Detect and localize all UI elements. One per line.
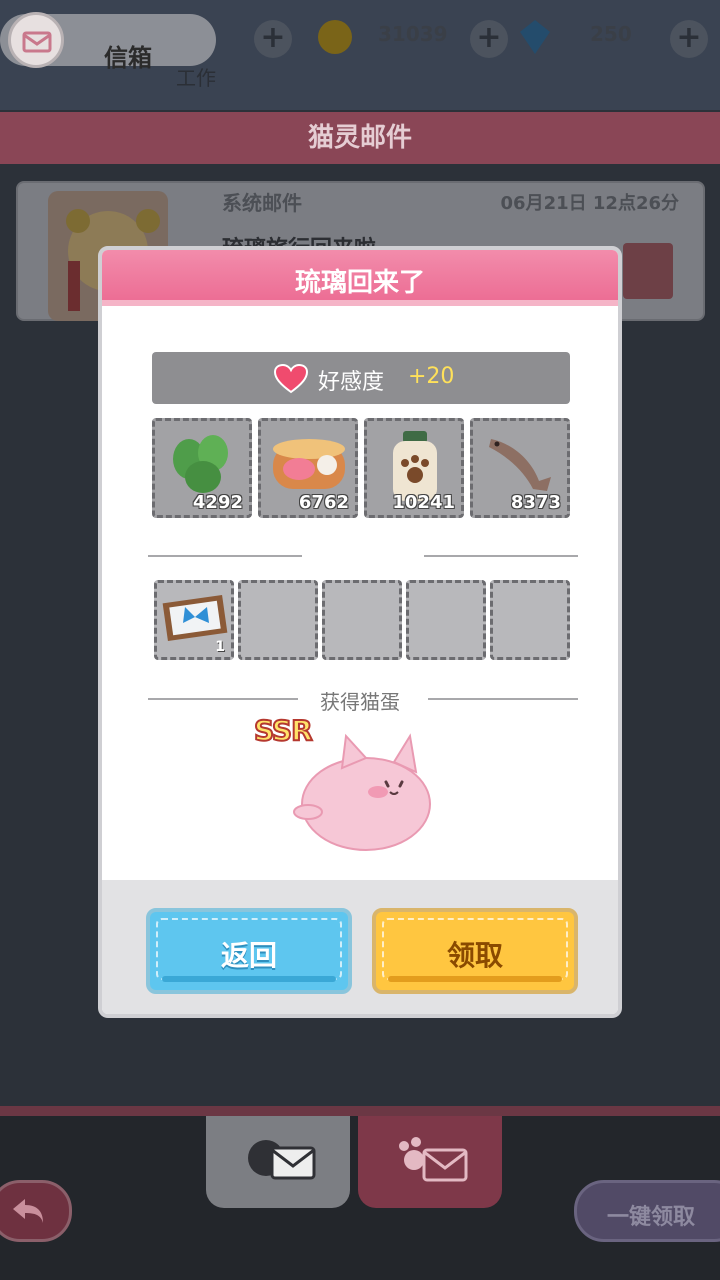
claim-button[interactable]: 领取 [372, 908, 578, 994]
mail-date: 06月21日 12点26分 [500, 193, 679, 214]
page-title: 猫灵邮件 [307, 123, 412, 153]
gem-icon [520, 20, 550, 54]
reward-dialog: 琉璃回来了 好感度 +20 4292 6762 10241 8373 1 获得猫… [98, 246, 622, 1018]
reward-item-mint[interactable]: 4292 [152, 418, 252, 518]
slot-count: 1 [215, 639, 225, 655]
item-count: 6762 [298, 492, 349, 513]
page-title-band: 猫灵邮件 [0, 112, 720, 164]
item-count: 8373 [510, 492, 561, 513]
butterfly-frame-icon [162, 595, 228, 641]
button-shine-bar [162, 976, 336, 982]
work-label: 工作 [176, 66, 216, 90]
top-bar: 信箱 + 31039 + 250 + 工作 [0, 0, 720, 110]
claim-button-label: 领取 [446, 939, 503, 972]
item-count: 10241 [392, 492, 455, 513]
divider-right [424, 555, 578, 557]
gear-mail-icon [248, 1140, 316, 1180]
mail-type: 系统邮件 [222, 191, 302, 215]
reward-slot-empty [322, 580, 402, 660]
tab-cat-mail[interactable] [358, 1116, 502, 1208]
dialog-header: 琉璃回来了 [102, 250, 618, 306]
tab-system-mail[interactable] [206, 1116, 350, 1208]
dialog-footer: 返回 领取 [102, 880, 618, 1014]
back-arrow-icon [13, 1199, 43, 1223]
coin-count: 31039 [378, 22, 448, 46]
reward-item-paw-jar[interactable]: 10241 [364, 418, 464, 518]
mailbox-label: 信箱 [104, 44, 152, 72]
affinity-bar: 好感度 +20 [152, 352, 570, 404]
reward-item-dried-fish[interactable]: 8373 [470, 418, 570, 518]
add-energy-button[interactable]: + [254, 20, 292, 58]
affinity-label: 好感度 [318, 370, 385, 395]
mailbox-icon[interactable] [8, 12, 64, 68]
back-button-label: 返回 [220, 939, 277, 972]
divider-left [148, 555, 302, 557]
reward-slot-empty [238, 580, 318, 660]
egg-section-label: 获得猫蛋 [320, 690, 400, 714]
affinity-value: +20 [408, 364, 455, 389]
gem-count: 250 [590, 22, 632, 46]
coin-icon [318, 20, 352, 54]
add-coin-button[interactable]: + [470, 20, 508, 58]
item-count: 4292 [192, 492, 243, 513]
reward-slot-empty [490, 580, 570, 660]
heart-icon [274, 364, 308, 394]
gift-icon [623, 243, 673, 299]
claim-all-label: 一键领取 [607, 1205, 696, 1230]
reward-slot-butterfly[interactable]: 1 [154, 580, 234, 660]
cat-egg-icon [293, 733, 431, 851]
dialog-title: 琉璃回来了 [294, 268, 425, 298]
button-shine-bar [388, 976, 562, 982]
paw-mail-icon [399, 1137, 468, 1182]
reward-item-fish-can[interactable]: 6762 [258, 418, 358, 518]
reward-slot-empty [406, 580, 486, 660]
claim-all-button[interactable]: 一键领取 [574, 1180, 720, 1242]
back-arrow-button[interactable] [0, 1180, 72, 1242]
add-gem-button[interactable]: + [670, 20, 708, 58]
back-button[interactable]: 返回 [146, 908, 352, 994]
